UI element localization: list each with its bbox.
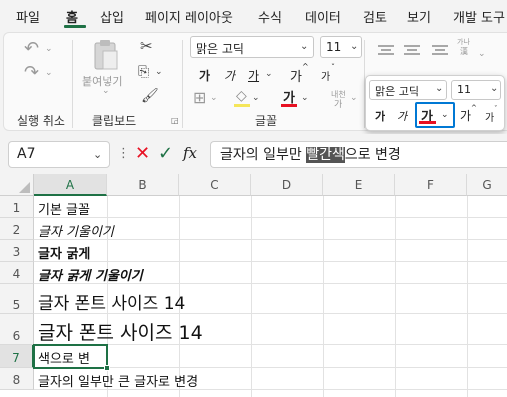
grow-font-button[interactable]: 가 [290, 66, 302, 85]
grow-arrow-icon: ^ [471, 104, 477, 112]
cell-a5[interactable]: 글자 폰트 사이즈 14 [34, 284, 507, 314]
border-icon[interactable]: ⊞ [193, 88, 206, 107]
copy-icon[interactable]: ⎘ [138, 64, 149, 80]
mini-shrink-font-button[interactable]: 가 [485, 109, 494, 124]
chevron-down-icon[interactable]: ⌄ [490, 83, 498, 94]
tab-formulas[interactable]: 수식 [258, 7, 282, 26]
shrink-font-button[interactable]: 가 [321, 68, 330, 83]
row-header-2[interactable]: 2 [0, 218, 34, 240]
italic-button[interactable]: 가 [224, 67, 235, 84]
bold-button[interactable]: 가 [199, 67, 210, 84]
row-header-5[interactable]: 5 [0, 284, 34, 314]
formula-content[interactable]: 글자의 일부만 빨간색으로 변경 [220, 144, 401, 164]
cell-a2[interactable]: 글자 기울이기 [34, 218, 507, 240]
chevron-down-icon[interactable]: ⌄ [210, 93, 218, 103]
select-all-corner[interactable] [0, 174, 34, 196]
tab-review[interactable]: 검토 [363, 7, 387, 26]
group-divider [72, 40, 73, 128]
formula-text-before: 글자의 일부만 [220, 147, 307, 163]
clipboard-group-label: 클립보드 [92, 114, 137, 128]
row-header-6[interactable]: 6 [0, 314, 34, 345]
column-header-g[interactable]: G [467, 174, 507, 196]
cell-a4[interactable]: 글자 굵게 기울이기 [34, 262, 507, 284]
font-color-swatch [281, 104, 297, 107]
chevron-down-icon[interactable]: ⌄ [350, 93, 358, 103]
shrink-arrow-icon: ˇ [494, 105, 498, 113]
font-name-dropdown[interactable]: 맑은 고딕 [190, 36, 314, 58]
chevron-down-icon[interactable]: ⌄ [252, 93, 260, 103]
chevron-down-icon[interactable]: ⌄ [155, 67, 163, 77]
column-header-b[interactable]: B [107, 174, 179, 196]
dialog-launcher-icon[interactable]: ◲ [171, 116, 179, 125]
chevron-down-icon[interactable]: ⌄ [102, 86, 110, 96]
row-header-8[interactable]: 8 [0, 368, 34, 390]
cell-a3[interactable]: 글자 굵게 [34, 240, 507, 262]
shrink-arrow-icon: ˇ [331, 63, 335, 72]
tab-data[interactable]: 데이터 [305, 7, 341, 26]
redo-icon[interactable]: ↷ [24, 62, 39, 83]
mini-font-color-swatch [419, 121, 436, 124]
enter-icon[interactable]: ✓ [158, 143, 173, 164]
chevron-down-icon[interactable]: ⌄ [301, 93, 309, 103]
paste-icon[interactable] [92, 38, 120, 72]
tab-home[interactable]: 홈 [66, 7, 78, 26]
column-header-c[interactable]: C [179, 174, 251, 196]
format-painter-icon[interactable]: 🖌 [141, 88, 159, 104]
more-options-icon[interactable]: ⋮ [117, 146, 130, 161]
formula-text-after: 으로 변경 [344, 147, 401, 163]
cell-a8[interactable]: 글자의 일부만 큰 글자로 변경 [34, 368, 507, 390]
align-top-icon[interactable] [378, 40, 394, 55]
function-icon[interactable]: fx [183, 144, 197, 162]
column-header-a[interactable]: A [34, 174, 107, 196]
grow-arrow-icon: ^ [302, 62, 309, 71]
mini-grow-font-button[interactable]: 가 [460, 107, 471, 124]
phonetic-glyph: 가 [334, 100, 343, 110]
chevron-down-icon[interactable]: ⌄ [441, 110, 449, 120]
undo-group-label: 실행 취소 [17, 114, 65, 128]
cell-a1[interactable]: 기본 글꼴 [34, 196, 507, 218]
row-header-3[interactable]: 3 [0, 240, 34, 262]
tab-view[interactable]: 보기 [407, 7, 431, 26]
chevron-down-icon[interactable]: ⌄ [93, 148, 102, 161]
chevron-down-icon[interactable]: ⌄ [45, 44, 53, 54]
row-header-4[interactable]: 4 [0, 262, 34, 284]
active-tab-indicator [64, 25, 86, 28]
formula-text-selected: 빨간색 [306, 147, 345, 163]
column-header-e[interactable]: E [323, 174, 395, 196]
mini-bold-button[interactable]: 가 [375, 108, 385, 124]
cut-icon[interactable]: ✂ [140, 37, 153, 55]
row-header-7[interactable]: 7 [0, 345, 34, 368]
column-header-f[interactable]: F [395, 174, 467, 196]
orientation-glyph: 漢 [460, 47, 468, 56]
chevron-down-icon[interactable]: ⌄ [478, 49, 486, 59]
align-bottom-icon[interactable] [432, 40, 448, 55]
row-header-1[interactable]: 1 [0, 196, 34, 218]
tab-page-layout[interactable]: 페이지 레이아웃 [145, 7, 233, 26]
mini-italic-button[interactable]: 가 [397, 108, 407, 124]
group-divider [182, 40, 183, 128]
chevron-down-icon[interactable]: ⌄ [265, 69, 273, 79]
fill-color-icon[interactable]: ◇ [236, 88, 247, 104]
fill-handle[interactable] [104, 365, 110, 371]
chevron-down-icon[interactable]: ⌄ [350, 41, 358, 52]
tab-file[interactable]: 파일 [16, 7, 40, 26]
chevron-down-icon[interactable]: ⌄ [435, 83, 443, 94]
tab-insert[interactable]: 삽입 [100, 7, 124, 26]
cell-a6[interactable]: 글자 폰트 사이즈 14 [34, 314, 507, 345]
font-group-label: 글꼴 [255, 114, 278, 128]
cancel-icon[interactable]: ✕ [135, 143, 150, 164]
chevron-down-icon[interactable]: ⌄ [45, 68, 53, 78]
undo-icon[interactable]: ↶ [24, 38, 39, 59]
column-header-d[interactable]: D [251, 174, 323, 196]
underline-button[interactable]: 가 [248, 67, 259, 84]
chevron-down-icon[interactable]: ⌄ [300, 41, 308, 52]
align-middle-icon[interactable] [404, 40, 420, 55]
tab-developer[interactable]: 개발 도구 [453, 7, 505, 26]
active-cell-border [33, 344, 108, 369]
fill-color-swatch [234, 104, 250, 107]
